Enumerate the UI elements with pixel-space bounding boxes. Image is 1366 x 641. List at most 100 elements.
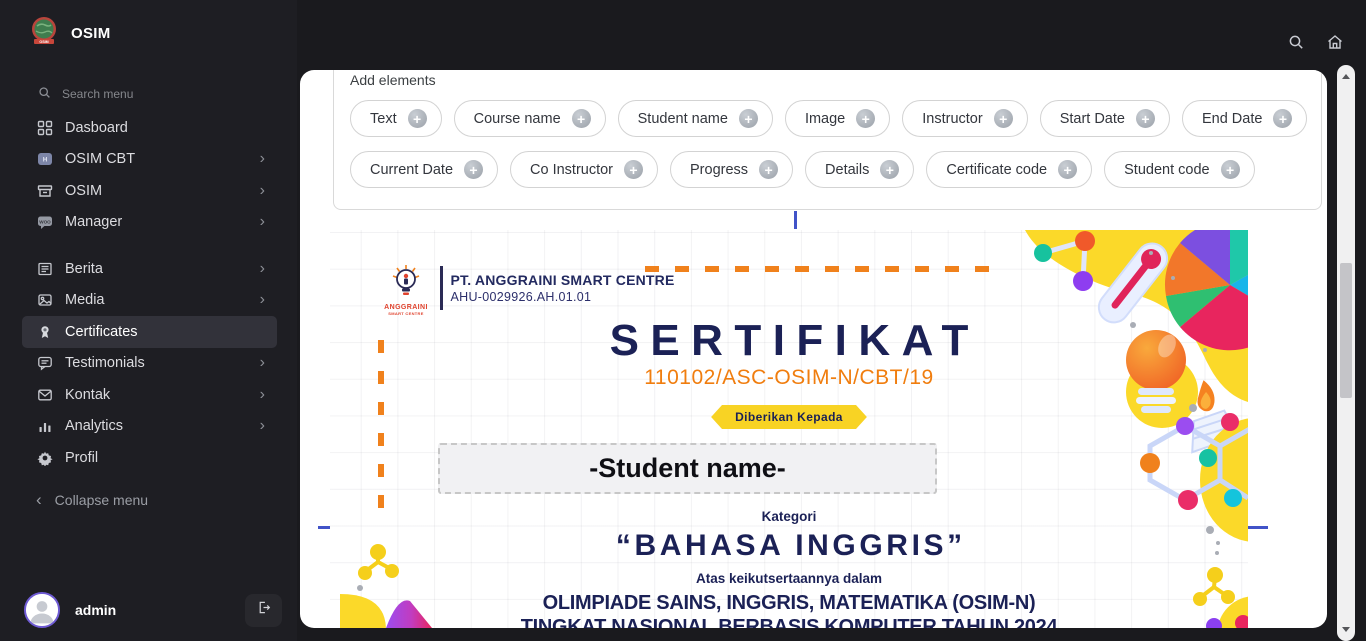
sidebar-item-label: Dasboard (65, 119, 128, 136)
add-elements-title: Add elements (350, 72, 436, 88)
sidebar-item-media[interactable]: Media › (22, 285, 277, 317)
plus-icon: + (738, 109, 758, 128)
sidebar-item-berita[interactable]: Berita › (22, 253, 277, 285)
sidebar-item-analytics[interactable]: Analytics › (22, 411, 277, 443)
pill-label: Text (370, 110, 397, 127)
element-pill-student-name[interactable]: Student name + (617, 100, 773, 137)
element-pill-co-instructor[interactable]: Co Instructor + (510, 151, 659, 188)
main-content-panel: Add elements Text + Course name + Student … (300, 70, 1327, 628)
sidebar-item-label: OSIM CBT (65, 151, 136, 168)
sidebar-item-osim[interactable]: OSIM › (22, 175, 277, 207)
sidebar-item-label: Analytics (65, 418, 124, 435)
scroll-up-arrow[interactable] (1342, 74, 1350, 79)
sidebar-nav: Dasboard H OSIM CBT › OSIM › WOO Manager… (22, 112, 277, 474)
avatar[interactable] (24, 592, 60, 628)
element-pill-course-name[interactable]: Course name + (453, 100, 606, 137)
pill-label: Image (804, 110, 846, 127)
event-line-2: TINGKAT NASIONAL BERBASIS KOMPUTER TAHUN… (520, 616, 1058, 628)
sidebar-item-label: OSIM (65, 182, 103, 199)
collapse-menu-button[interactable]: ‹ Collapse menu (36, 490, 148, 510)
orange-dashed-line-horizontal (645, 266, 997, 272)
student-name-placeholder[interactable]: -Student name- (438, 443, 937, 494)
media-icon (36, 292, 53, 309)
user-name: admin (75, 602, 117, 618)
sidebar-item-dasboard[interactable]: Dasboard (22, 112, 277, 144)
anggraini-logo-text: ANGGRAINI (384, 304, 428, 311)
sidebar-item-manager[interactable]: WOO Manager › (22, 207, 277, 239)
plus-icon: + (407, 109, 427, 128)
logout-button[interactable] (245, 593, 282, 627)
element-pill-end-date[interactable]: End Date + (1181, 100, 1308, 137)
category-value: “BAHASA INGGRIS” (615, 529, 966, 562)
brand[interactable]: OSIM OSIM (30, 16, 111, 51)
cbt-badge-icon: H (36, 151, 53, 168)
element-pill-current-date[interactable]: Current Date + (350, 151, 499, 188)
category-label: Kategori (761, 509, 817, 524)
scrollbar-thumb[interactable] (1340, 263, 1352, 398)
certificate-preview[interactable]: ANGGRAINI SMART CENTRE PT. ANGGRAINI SMA… (330, 230, 1248, 628)
analytics-icon (36, 418, 53, 435)
element-pill-start-date[interactable]: Start Date + (1039, 100, 1170, 137)
pill-label: Certificate code (946, 161, 1048, 178)
plus-icon: + (1220, 160, 1240, 179)
element-pill-image[interactable]: Image + (784, 100, 891, 137)
chevron-right-icon: › (259, 291, 265, 309)
sidebar-item-label: Berita (65, 260, 103, 277)
chat-badge-icon: WOO (36, 214, 53, 231)
element-pill-instructor[interactable]: Instructor + (902, 100, 1028, 137)
archive-icon (36, 182, 53, 199)
element-pill-details[interactable]: Details + (805, 151, 915, 188)
pill-label: Details (825, 161, 870, 178)
search-icon[interactable] (1288, 34, 1304, 50)
topbar-actions (1288, 33, 1344, 51)
sidebar-item-kontak[interactable]: Kontak › (22, 379, 277, 411)
pill-label: End Date (1201, 110, 1263, 127)
sidebar: OSIM OSIM Search menu Dasboard H OSIM CB… (0, 0, 297, 641)
sidebar-item-label: Certificates (65, 323, 138, 340)
pill-row-2: Current Date + Co Instructor + Progress + D… (350, 151, 1306, 188)
pill-label: Start Date (1059, 110, 1125, 127)
sidebar-item-label: Testimonials (65, 355, 145, 372)
sidebar-item-label: Kontak (65, 386, 111, 403)
mail-icon (36, 386, 53, 403)
sidebar-item-certificates[interactable]: Certificates (22, 316, 277, 348)
vertical-scrollbar[interactable] (1337, 65, 1355, 641)
chevron-right-icon: › (259, 385, 265, 403)
chevron-right-icon: › (259, 213, 265, 231)
chevron-right-icon: › (259, 354, 265, 372)
brand-name: OSIM (71, 25, 111, 42)
ribbon-wrap: Diberikan Kepada (330, 405, 1248, 429)
element-pill-progress[interactable]: Progress + (670, 151, 794, 188)
add-elements-card: Add elements Text + Course name + Student … (333, 70, 1322, 210)
search-icon (38, 86, 51, 102)
plus-icon: + (993, 109, 1013, 128)
sidebar-item-osim-cbt[interactable]: H OSIM CBT › (22, 144, 277, 176)
company-name: PT. ANGGRAINI SMART CENTRE (450, 272, 675, 288)
sidebar-item-label: Profil (65, 449, 99, 466)
element-pill-certificate-code[interactable]: Certificate code + (926, 151, 1093, 188)
certificate-code: 110102/ASC-OSIM-N/CBT/19 (644, 366, 934, 389)
news-icon (36, 260, 53, 277)
plus-icon: + (1135, 109, 1155, 128)
sidebar-item-profil[interactable]: Profil (22, 442, 277, 474)
plus-icon: + (1058, 160, 1078, 179)
chevron-left-icon: ‹ (36, 490, 42, 509)
element-pill-student-code[interactable]: Student code + (1104, 151, 1255, 188)
element-pill-text[interactable]: Text + (350, 100, 442, 137)
sidebar-item-label: Media (65, 292, 105, 309)
anggraini-logo: ANGGRAINI SMART CENTRE (378, 264, 434, 316)
plus-icon: + (571, 109, 591, 128)
plus-icon: + (880, 160, 900, 179)
alignment-mark-right (1248, 526, 1268, 529)
scroll-down-arrow[interactable] (1342, 627, 1350, 632)
pill-label: Instructor (922, 110, 983, 127)
pill-label: Student code (1124, 161, 1210, 178)
participation-line: Atas keikutsertaannya dalam (695, 571, 883, 586)
gear-icon (36, 449, 53, 466)
sidebar-item-testimonials[interactable]: Testimonials › (22, 348, 277, 380)
company-registration: AHU-0029926.AH.01.01 (450, 290, 592, 304)
sidebar-search[interactable]: Search menu (38, 86, 133, 102)
chevron-right-icon: › (259, 150, 265, 168)
home-icon[interactable] (1326, 33, 1344, 51)
text-cursor-mark (794, 211, 797, 229)
